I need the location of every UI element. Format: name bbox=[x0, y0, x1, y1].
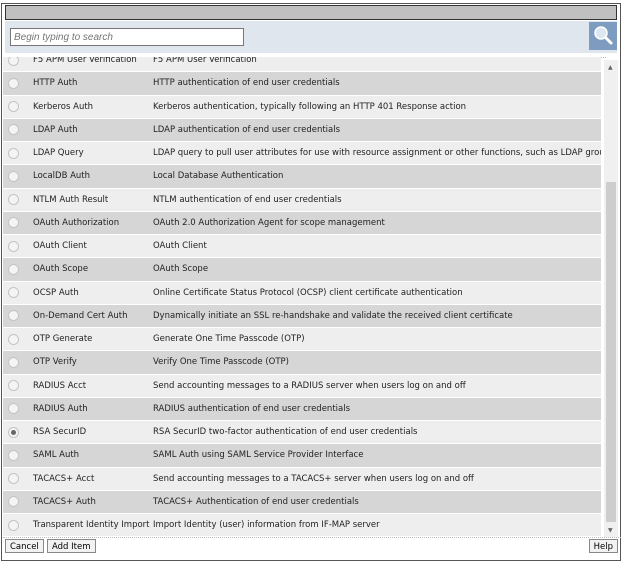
list-item[interactable]: OTP Verify Verify One Time Passcode (OTP) bbox=[3, 351, 601, 375]
list-item[interactable]: NTLM Auth Result NTLM authentication of e… bbox=[3, 188, 601, 212]
item-name: Transparent Identity Import bbox=[33, 520, 150, 531]
item-name: LDAP Query bbox=[33, 148, 84, 159]
radio-button[interactable] bbox=[8, 194, 19, 206]
item-description: LDAP query to pull user attributes for u… bbox=[153, 148, 601, 159]
item-name: OTP Verify bbox=[33, 357, 77, 368]
item-description: OAuth Client bbox=[153, 241, 207, 252]
list-item[interactable]: On-Demand Cert Auth Dynamically initiate … bbox=[3, 304, 601, 328]
list-item[interactable]: OAuth Scope OAuth Scope bbox=[3, 258, 601, 282]
scroll-up-icon[interactable]: ▲ bbox=[608, 64, 613, 71]
radio-button[interactable] bbox=[8, 263, 19, 275]
radio-button[interactable] bbox=[8, 426, 19, 438]
item-name: OTP Generate bbox=[33, 334, 93, 345]
radio-button[interactable] bbox=[8, 147, 19, 159]
footer-divider bbox=[3, 537, 621, 538]
list-item[interactable]: TACACS+ Acct Send accounting messages to … bbox=[3, 467, 601, 491]
help-button[interactable]: Help bbox=[588, 539, 618, 553]
item-description: RADIUS authentication of end user creden… bbox=[153, 403, 351, 414]
list-item[interactable]: LDAP Query LDAP query to pull user attrib… bbox=[3, 142, 601, 166]
list-item[interactable]: Transparent Identity Import Import Identi… bbox=[3, 514, 601, 536]
item-name: RADIUS Auth bbox=[33, 403, 88, 414]
item-name: SAML Auth bbox=[33, 450, 80, 461]
search-button[interactable] bbox=[589, 22, 617, 50]
list-item[interactable]: Kerberos Auth Kerberos authentication, ty… bbox=[3, 95, 601, 119]
item-name: LocalDB Auth bbox=[33, 171, 91, 182]
item-name: On-Demand Cert Auth bbox=[33, 310, 128, 321]
radio-button[interactable] bbox=[8, 170, 19, 182]
item-description: HTTP authentication of end user credenti… bbox=[153, 78, 340, 89]
item-description: Local Database Authentication bbox=[153, 171, 284, 182]
list-item[interactable]: OTP Generate Generate One Time Passcode (… bbox=[3, 328, 601, 352]
dialog-title-bar[interactable] bbox=[5, 5, 617, 20]
scrollbar-thumb[interactable] bbox=[606, 182, 616, 522]
list-item[interactable]: OCSP Auth Online Certificate Status Proto… bbox=[3, 281, 601, 305]
item-name: TACACS+ Acct bbox=[33, 473, 95, 484]
list-item[interactable]: SAML Auth SAML Auth using SAML Service Pr… bbox=[3, 444, 601, 468]
radio-button[interactable] bbox=[8, 240, 19, 252]
search-input[interactable] bbox=[10, 28, 244, 46]
scroll-down-icon[interactable]: ▼ bbox=[608, 527, 613, 534]
search-bar bbox=[5, 21, 617, 53]
item-name: RSA SecurID bbox=[33, 427, 87, 438]
item-description: Dynamically initiate an SSL re-handshake… bbox=[153, 310, 513, 321]
item-description: Generate One Time Passcode (OTP) bbox=[153, 334, 305, 345]
item-name: NTLM Auth Result bbox=[33, 194, 109, 205]
item-description: Import Identity (user) information from … bbox=[153, 520, 380, 531]
item-description: F5 APM User Verification bbox=[153, 57, 257, 66]
radio-button[interactable] bbox=[8, 403, 19, 415]
item-description: NTLM authentication of end user credenti… bbox=[153, 194, 342, 205]
item-name: OAuth Scope bbox=[33, 264, 89, 275]
item-description: Kerberos authentication, typically follo… bbox=[153, 101, 467, 112]
item-name: HTTP Auth bbox=[33, 78, 78, 89]
item-name: OAuth Client bbox=[33, 241, 87, 252]
radio-button[interactable] bbox=[8, 473, 19, 485]
item-description: Send accounting messages to a RADIUS ser… bbox=[153, 380, 466, 391]
list-item[interactable]: F5 APM User Verification F5 APM User Veri… bbox=[3, 57, 601, 73]
radio-button[interactable] bbox=[8, 449, 19, 461]
item-name: F5 APM User Verification bbox=[33, 57, 137, 66]
radio-button[interactable] bbox=[8, 496, 19, 508]
list-item[interactable]: LocalDB Auth Local Database Authenticatio… bbox=[3, 165, 601, 189]
item-description: Online Certificate Status Protocol (OCSP… bbox=[153, 287, 463, 298]
item-description: OAuth Scope bbox=[153, 264, 209, 275]
magnifier-icon bbox=[594, 26, 613, 45]
radio-button[interactable] bbox=[8, 356, 19, 368]
list-item[interactable]: HTTP Auth HTTP authentication of end user… bbox=[3, 72, 601, 96]
radio-button[interactable] bbox=[8, 519, 19, 531]
radio-button[interactable] bbox=[8, 77, 19, 89]
item-description: TACACS+ Authentication of end user crede… bbox=[153, 496, 359, 507]
item-description: Send accounting messages to a TACACS+ se… bbox=[153, 473, 474, 484]
item-description: Verify One Time Passcode (OTP) bbox=[153, 357, 289, 368]
radio-button[interactable] bbox=[8, 101, 19, 113]
item-name: LDAP Auth bbox=[33, 124, 78, 135]
add-item-button[interactable]: Add Item bbox=[47, 539, 96, 553]
radio-button[interactable] bbox=[8, 57, 19, 66]
list-item[interactable]: RADIUS Acct Send accounting messages to a… bbox=[3, 374, 601, 398]
item-description: OAuth 2.0 Authorization Agent for scope … bbox=[153, 217, 385, 228]
list-item[interactable]: TACACS+ Auth TACACS+ Authentication of en… bbox=[3, 490, 601, 514]
list-item[interactable]: LDAP Auth LDAP authentication of end user… bbox=[3, 118, 601, 142]
radio-button[interactable] bbox=[8, 217, 19, 229]
radio-button[interactable] bbox=[8, 333, 19, 345]
item-name: TACACS+ Auth bbox=[33, 496, 96, 507]
list-item[interactable]: OAuth Authorization OAuth 2.0 Authorizati… bbox=[3, 211, 601, 235]
radio-button[interactable] bbox=[8, 124, 19, 136]
cancel-button[interactable]: Cancel bbox=[5, 539, 44, 553]
item-name: OAuth Authorization bbox=[33, 217, 120, 228]
item-description: SAML Auth using SAML Service Provider In… bbox=[153, 450, 364, 461]
item-description: LDAP authentication of end user credenti… bbox=[153, 124, 341, 135]
radio-button[interactable] bbox=[8, 380, 19, 392]
list-item[interactable]: RADIUS Auth RADIUS authentication of end … bbox=[3, 397, 601, 421]
item-name: OCSP Auth bbox=[33, 287, 79, 298]
item-list: F5 APM User Verification F5 APM User Veri… bbox=[3, 57, 601, 536]
item-description: RSA SecurID two-factor authentication of… bbox=[153, 427, 418, 438]
radio-button[interactable] bbox=[8, 310, 19, 322]
item-name: Kerberos Auth bbox=[33, 101, 94, 112]
item-name: RADIUS Acct bbox=[33, 380, 87, 391]
scrollbar[interactable]: ▲ ▼ bbox=[604, 60, 618, 537]
radio-button[interactable] bbox=[8, 287, 19, 299]
list-item[interactable]: RSA SecurID RSA SecurID two-factor authen… bbox=[3, 421, 601, 445]
list-item[interactable]: OAuth Client OAuth Client bbox=[3, 235, 601, 259]
